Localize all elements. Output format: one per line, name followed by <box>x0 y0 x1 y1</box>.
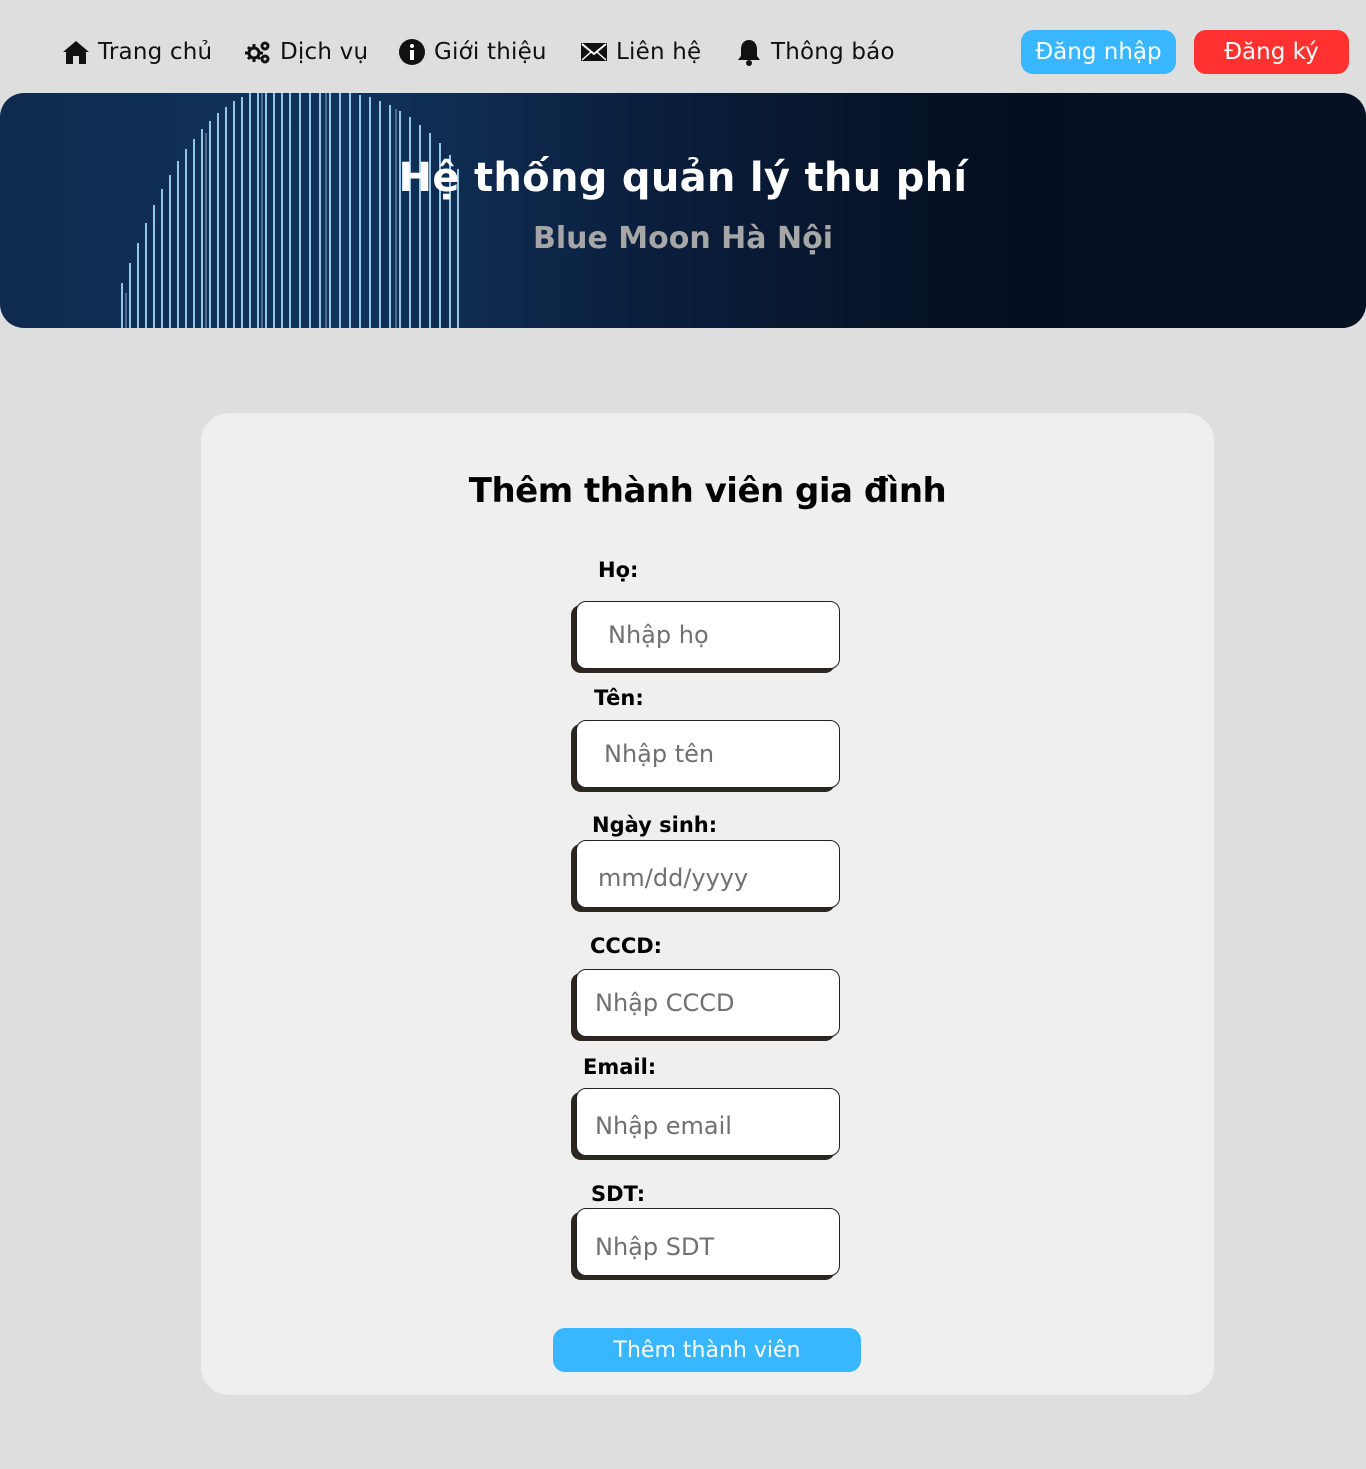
add-family-member-card: Thêm thành viên gia đình Họ: Tên: Ngày s… <box>201 413 1214 1395</box>
hero-title: Hệ thống quản lý thu phí <box>398 155 968 201</box>
phone-input[interactable] <box>576 1208 840 1276</box>
form-title: Thêm thành viên gia đình <box>468 471 947 511</box>
last-name-label: Họ: <box>598 558 639 582</box>
nav-item-about[interactable]: Giới thiệu <box>398 34 547 70</box>
gears-icon <box>244 38 272 66</box>
bell-icon <box>735 38 763 66</box>
email-input[interactable] <box>576 1088 840 1156</box>
nav-item-home[interactable]: Trang chủ <box>62 34 212 70</box>
hero-subtitle: Blue Moon Hà Nội <box>533 221 833 256</box>
nav-item-label: Liên hệ <box>616 39 702 65</box>
register-button[interactable]: Đăng ký <box>1194 30 1349 74</box>
birthdate-input[interactable] <box>576 840 840 908</box>
first-name-label: Tên: <box>594 686 644 710</box>
login-button[interactable]: Đăng nhập <box>1021 30 1176 74</box>
mail-icon <box>580 38 608 66</box>
first-name-input[interactable] <box>576 720 840 788</box>
building-image <box>0 93 1366 328</box>
nav-item-label: Trang chủ <box>98 39 213 65</box>
top-navigation: Trang chủ Dịch vụ Giới thiệu Liên hệ Thô… <box>0 0 1366 93</box>
nav-item-services[interactable]: Dịch vụ <box>244 34 368 70</box>
nav-item-contact[interactable]: Liên hệ <box>580 34 701 70</box>
cccd-label: CCCD: <box>590 934 663 958</box>
email-label: Email: <box>583 1055 657 1079</box>
info-icon <box>398 38 426 66</box>
nav-item-label: Dịch vụ <box>280 39 369 65</box>
birthdate-label: Ngày sinh: <box>592 813 718 837</box>
cccd-input[interactable] <box>576 969 840 1037</box>
last-name-input[interactable] <box>576 601 840 669</box>
nav-item-label: Giới thiệu <box>434 39 547 65</box>
phone-label: SDT: <box>591 1182 646 1206</box>
nav-item-label: Thông báo <box>771 39 895 65</box>
nav-item-notifications[interactable]: Thông báo <box>735 34 895 70</box>
hero-banner: Hệ thống quản lý thu phí Blue Moon Hà Nộ… <box>0 93 1366 328</box>
home-icon <box>62 38 90 66</box>
add-member-button[interactable]: Thêm thành viên <box>553 1328 861 1372</box>
